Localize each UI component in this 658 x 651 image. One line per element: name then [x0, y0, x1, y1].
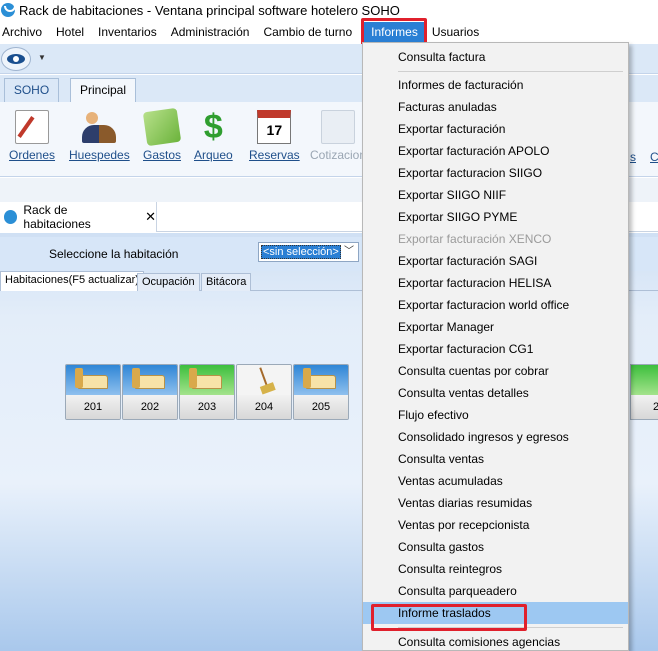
menu-hotel[interactable]: Hotel [49, 22, 91, 42]
bed-icon [75, 368, 108, 389]
menu-item-consulta-gastos[interactable]: Consulta gastos [363, 536, 628, 558]
room-number-partial: 2 [631, 395, 658, 419]
informes-dropdown-menu: Consulta factura Informes de facturación… [362, 42, 629, 651]
bed-icon [132, 368, 165, 389]
order-pad-icon [15, 110, 50, 144]
dollar-icon: $ [203, 108, 223, 146]
menu-item-consolidado[interactable]: Consolidado ingresos y egresos [363, 426, 628, 448]
huespedes-label: Huespedes [69, 148, 130, 162]
room-select-value: <sin selección> [261, 245, 341, 259]
menu-informes[interactable]: Informes [364, 22, 425, 42]
menu-item-exportar-world-office[interactable]: Exportar facturacion world office [363, 294, 628, 316]
tab-soho[interactable]: SOHO [4, 78, 59, 102]
menu-item-ventas-recepcionista[interactable]: Ventas por recepcionista [363, 514, 628, 536]
room-number: 203 [180, 395, 234, 419]
menu-inventarios[interactable]: Inventarios [91, 22, 164, 42]
menu-separator [398, 71, 623, 72]
bed-icon [189, 368, 222, 389]
menu-item-consulta-ventas[interactable]: Consulta ventas [363, 448, 628, 470]
menu-item-consulta-factura[interactable]: Consulta factura [363, 46, 628, 68]
room-selector-label: Seleccione la habitación [49, 247, 179, 261]
menu-usuarios[interactable]: Usuarios [425, 22, 486, 42]
room-tile[interactable]: 202 [122, 364, 178, 420]
room-tile[interactable]: 204 [236, 364, 292, 420]
chevron-down-icon: ﹀ [344, 246, 354, 257]
room-number: 201 [66, 395, 120, 419]
menu-item-ventas-detalles[interactable]: Consulta ventas detalles [363, 382, 628, 404]
ordenes-label: Ordenes [9, 148, 56, 162]
ordenes-button[interactable]: Ordenes [9, 110, 55, 162]
tab-bitacora[interactable]: Bitácora [201, 273, 252, 291]
menu-item-exportar-sagi[interactable]: Exportar facturación SAGI [363, 250, 628, 272]
menu-archivo[interactable]: Archivo [0, 22, 49, 42]
cotizacion-label: Cotizacion [310, 148, 367, 162]
tab-ocupacion[interactable]: Ocupación [137, 273, 200, 291]
soho-tab-icon [4, 210, 18, 224]
menu-item-exportar-siigo-pyme[interactable]: Exportar SIIGO PYME [363, 206, 628, 228]
guests-icon [82, 110, 117, 144]
money-icon [142, 107, 182, 147]
ribbon-partial-label-s[interactable]: s [630, 150, 636, 164]
huespedes-button[interactable]: Huespedes [69, 110, 130, 162]
menu-item-exportar-cg1[interactable]: Exportar facturacion CG1 [363, 338, 628, 360]
close-icon[interactable]: ✕ [145, 209, 156, 225]
doc-tab-rack[interactable]: Rack de habitaciones ✕ [0, 202, 157, 232]
menu-item-exportar-siigo[interactable]: Exportar facturacion SIIGO [363, 162, 628, 184]
menu-item-ventas-acumuladas[interactable]: Ventas acumuladas [363, 470, 628, 492]
room-number: 204 [237, 395, 291, 419]
menu-bar: Archivo Hotel Inventarios Administración… [0, 21, 658, 43]
ribbon-partial-label-c[interactable]: C [650, 150, 658, 164]
tab-principal[interactable]: Principal [70, 78, 136, 102]
menu-separator [398, 627, 623, 628]
gastos-button[interactable]: Gastos [142, 107, 182, 162]
menu-item-ventas-diarias[interactable]: Ventas diarias resumidas [363, 492, 628, 514]
menu-item-consulta-reintegros[interactable]: Consulta reintegros [363, 558, 628, 580]
menu-item-exportar-helisa[interactable]: Exportar facturacion HELISA [363, 272, 628, 294]
room-number: 202 [123, 395, 177, 419]
reservas-button[interactable]: 17 Reservas [249, 110, 300, 162]
room-tile[interactable]: 205 [293, 364, 349, 420]
gastos-label: Gastos [143, 148, 182, 162]
menu-item-exportar-apolo[interactable]: Exportar facturación APOLO [363, 140, 628, 162]
doc-tab-label: Rack de habitaciones [23, 203, 91, 231]
menu-item-comisiones-agencias[interactable]: Consulta comisiones agencias [363, 631, 628, 651]
menu-item-exportar-manager[interactable]: Exportar Manager [363, 316, 628, 338]
menu-item-informes-facturacion[interactable]: Informes de facturación [363, 74, 628, 96]
menu-item-consulta-parqueadero[interactable]: Consulta parqueadero [363, 580, 628, 602]
room-tile[interactable]: 203 [179, 364, 235, 420]
reservas-label: Reservas [249, 148, 300, 162]
room-number: 205 [294, 395, 348, 419]
title-bar: Rack de habitaciones - Ventana principal… [0, 0, 658, 20]
menu-administracion[interactable]: Administración [164, 22, 257, 42]
broom-icon [259, 367, 269, 389]
menu-item-informe-traslados[interactable]: Informe traslados [363, 602, 628, 624]
window-title: Rack de habitaciones - Ventana principal… [19, 2, 400, 18]
calendar-icon: 17 [257, 110, 292, 144]
menu-item-exportar-xenco: Exportar facturación XENCO [398, 232, 552, 246]
menu-item-exportar-facturacion[interactable]: Exportar facturación [363, 118, 628, 140]
room-tile-partial[interactable]: 2 [630, 364, 658, 420]
soho-app-icon [1, 3, 16, 17]
room-select[interactable]: <sin selección> ﹀ [258, 242, 359, 262]
tab-habitaciones[interactable]: Habitaciones(F5 actualizar) [0, 271, 144, 291]
menu-cambio-de-turno[interactable]: Cambio de turno [256, 22, 359, 42]
menu-item-exportar-siigo-niif[interactable]: Exportar SIIGO NIIF [363, 184, 628, 206]
quote-icon [321, 110, 356, 144]
menu-item-cuentas-por-cobrar[interactable]: Consulta cuentas por cobrar [363, 360, 628, 382]
ribbon-right-partial: s C [630, 102, 658, 177]
arqueo-button[interactable]: $ Arqueo [194, 110, 233, 162]
room-tile[interactable]: 201 [65, 364, 121, 420]
eye-icon[interactable] [1, 47, 31, 71]
quick-access-dropdown-icon[interactable]: ▼ [38, 53, 46, 62]
menu-item-facturas-anuladas[interactable]: Facturas anuladas [363, 96, 628, 118]
cotizacion-button[interactable]: Cotizacion [310, 110, 366, 162]
menu-item-flujo-efectivo[interactable]: Flujo efectivo [363, 404, 628, 426]
bed-icon [303, 368, 336, 389]
arqueo-label: Arqueo [194, 148, 233, 162]
